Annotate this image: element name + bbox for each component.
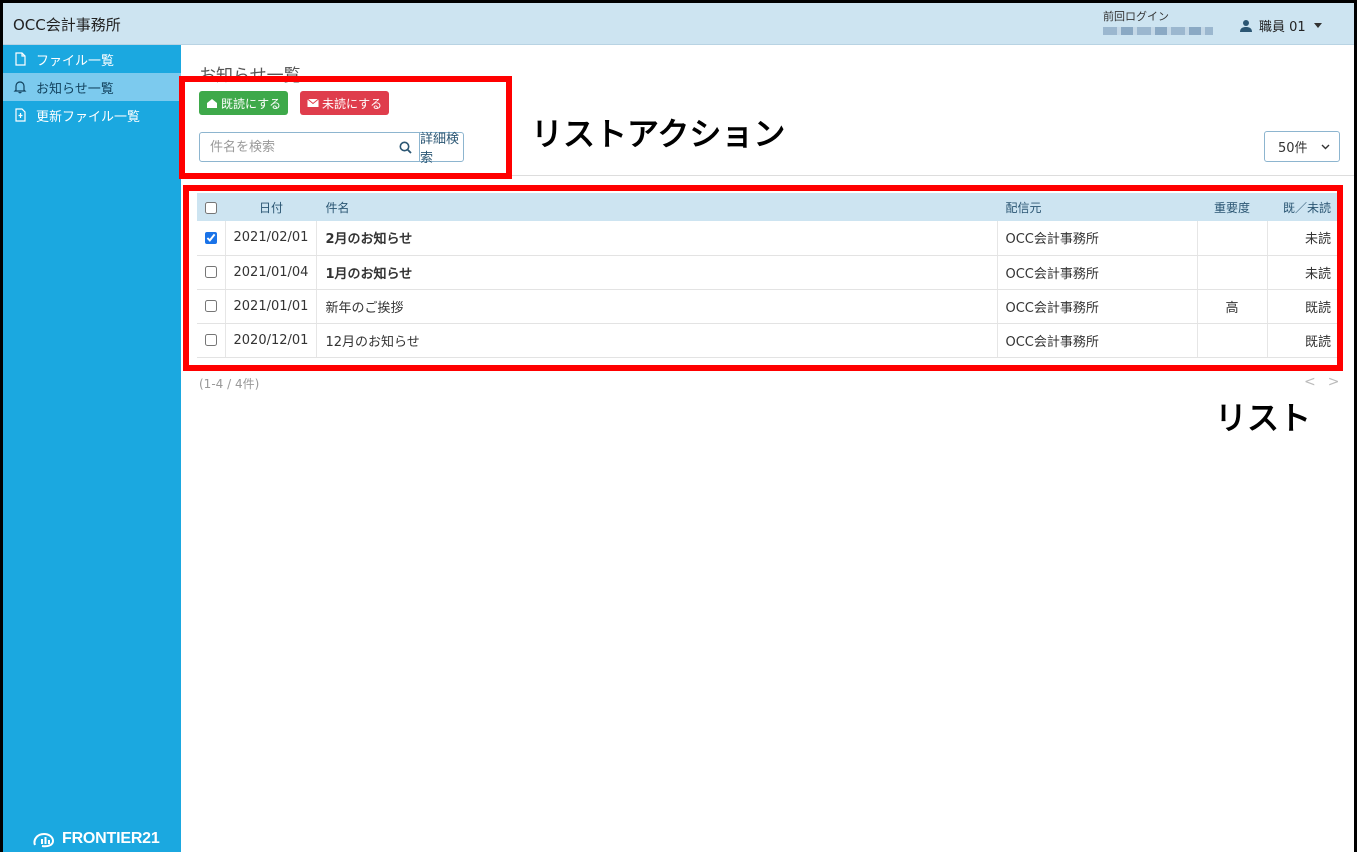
per-page-value: 50件 bbox=[1278, 141, 1308, 156]
per-page-select[interactable]: 50件 bbox=[1264, 131, 1340, 162]
file-icon bbox=[15, 52, 26, 66]
caret-down-icon bbox=[1313, 23, 1322, 28]
sidebar-item-files[interactable]: ファイル一覧 bbox=[3, 45, 181, 73]
last-login: 前回ログイン bbox=[1103, 8, 1213, 35]
pager-next-button[interactable]: > bbox=[1328, 374, 1340, 390]
brand-name: FRONTIER21 bbox=[62, 830, 160, 847]
brand-mark-icon bbox=[33, 832, 55, 848]
user-name: 職員 01 bbox=[1259, 20, 1306, 35]
last-login-label: 前回ログイン bbox=[1103, 10, 1169, 23]
list-annotation: リスト bbox=[1215, 399, 1312, 437]
app-title: OCC会計事務所 bbox=[13, 16, 121, 34]
pager-prev-button[interactable]: < bbox=[1304, 374, 1316, 390]
sidebar-item-label: 更新ファイル一覧 bbox=[36, 109, 141, 125]
user-icon bbox=[1240, 19, 1252, 32]
last-login-value-redacted bbox=[1103, 27, 1213, 35]
bell-icon bbox=[13, 81, 27, 94]
sidebar: ファイル一覧 お知らせ一覧 更新ファイル一覧 FRONTIER21 bbox=[3, 45, 181, 852]
result-count: (1-4 / 4件) bbox=[199, 377, 260, 391]
sidebar-item-label: ファイル一覧 bbox=[36, 53, 115, 69]
file-update-icon bbox=[15, 108, 26, 122]
header-bar: OCC会計事務所 前回ログイン 職員 01 bbox=[3, 3, 1354, 45]
sidebar-item-updated-files[interactable]: 更新ファイル一覧 bbox=[3, 101, 181, 129]
sidebar-item-notices[interactable]: お知らせ一覧 bbox=[3, 73, 181, 101]
chevron-down-icon bbox=[1321, 144, 1330, 150]
sidebar-item-label: お知らせ一覧 bbox=[36, 81, 114, 97]
app-window: OCC会計事務所 前回ログイン 職員 01 ファイル一覧 お知らせ一覧 更新ファ… bbox=[3, 3, 1354, 852]
list-highlight bbox=[183, 185, 1343, 371]
pager: < > bbox=[1304, 374, 1339, 390]
user-menu[interactable]: 職員 01 bbox=[1239, 16, 1322, 35]
list-actions-highlight bbox=[179, 76, 512, 179]
brand-logo: FRONTIER21 bbox=[33, 830, 160, 848]
list-actions-annotation: リストアクション bbox=[531, 115, 786, 153]
